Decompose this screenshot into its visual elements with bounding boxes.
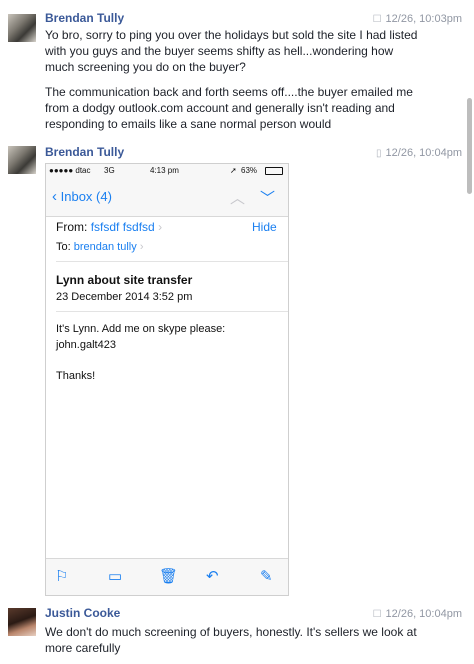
- to-value[interactable]: brendan tully: [74, 241, 137, 253]
- sender-name[interactable]: Justin Cooke: [45, 606, 120, 620]
- inbox-back-button[interactable]: ‹ Inbox (4): [52, 188, 112, 205]
- network: 3G: [104, 166, 115, 175]
- mail-toolbar: ⚐ ▭ 🗑 ↶ ✎: [46, 558, 288, 595]
- mobile-icon: ▯: [376, 148, 382, 159]
- flag-icon[interactable]: ⚐: [55, 567, 68, 585]
- clock: 4:13 pm: [150, 166, 179, 175]
- battery-icon: [265, 167, 283, 175]
- divider: [56, 261, 288, 262]
- sender-name[interactable]: Brendan Tully: [45, 11, 124, 25]
- email-body-line: john.galt423: [56, 339, 116, 351]
- chevron-up-icon[interactable]: ︿: [230, 187, 245, 208]
- email-body-line: Thanks!: [56, 370, 96, 382]
- compose-icon[interactable]: ✎: [260, 567, 273, 585]
- reply-icon[interactable]: ↶: [206, 567, 219, 585]
- folder-icon[interactable]: ▭: [108, 567, 122, 585]
- chevron-down-icon[interactable]: ﹀: [260, 187, 275, 208]
- chevron-left-icon: ‹: [52, 188, 57, 205]
- divider: [56, 311, 288, 312]
- message-paragraph: We don't do much screening of buyers, ho…: [45, 625, 417, 655]
- to-row: To: brendan tully ›: [56, 241, 143, 253]
- message-status-icon: ☐: [372, 609, 382, 620]
- battery-level: 63%: [241, 166, 258, 175]
- timestamp: ☐ 12/26, 10:04pm: [372, 608, 462, 620]
- sender-name[interactable]: Brendan Tully: [45, 145, 124, 159]
- trash-icon[interactable]: 🗑: [159, 567, 178, 585]
- email-body-line: It's Lynn. Add me on skype please:: [56, 323, 226, 335]
- hide-button[interactable]: Hide: [252, 220, 277, 234]
- message-status-icon: ☐: [372, 14, 382, 25]
- location-icon: ➚: [230, 166, 237, 175]
- email-subject: Lynn about site transfer: [56, 273, 193, 287]
- timestamp: ☐ 12/26, 10:03pm: [372, 13, 462, 25]
- scrollbar[interactable]: [467, 98, 472, 194]
- status-bar: ●●●●● dtac 3G 4:13 pm ➚ 63%: [46, 164, 288, 178]
- email-date: 23 December 2014 3:52 pm: [56, 291, 193, 303]
- screenshot-attachment[interactable]: ●●●●● dtac 3G 4:13 pm ➚ 63% ‹ Inbox (4) …: [45, 163, 289, 596]
- avatar[interactable]: [8, 608, 36, 636]
- timestamp: ▯ 12/26, 10:04pm: [376, 147, 462, 159]
- message-paragraph: The communication back and forth seems o…: [45, 85, 413, 131]
- mail-nav-bar: ‹ Inbox (4) ︿ ﹀: [46, 178, 288, 217]
- from-row: From: fsfsdf fsdfsd ›: [56, 220, 162, 234]
- avatar[interactable]: [8, 146, 36, 174]
- to-label: To:: [56, 241, 71, 253]
- avatar[interactable]: [8, 14, 36, 42]
- carrier: ●●●●● dtac: [49, 166, 91, 175]
- message-paragraph: Yo bro, sorry to ping you over the holid…: [45, 28, 418, 74]
- chevron-right-icon: ›: [158, 220, 163, 234]
- chevron-right-icon: ›: [139, 241, 144, 253]
- from-value[interactable]: fsfsdf fsdfsd: [91, 220, 155, 234]
- from-label: From:: [56, 220, 88, 234]
